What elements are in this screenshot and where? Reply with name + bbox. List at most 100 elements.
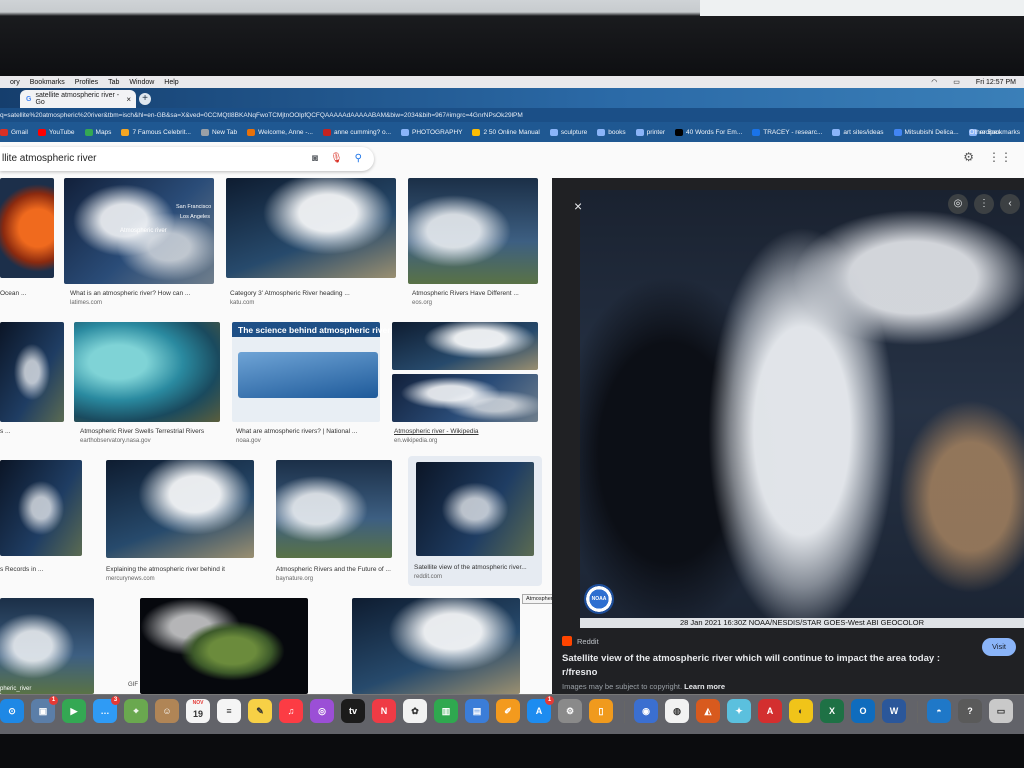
dock-audio-icon[interactable]: ◐ (789, 699, 813, 723)
result-thumbnail[interactable] (408, 178, 538, 284)
search-box[interactable]: llite atmospheric river ◙ 🎙 ⚲ (0, 147, 374, 171)
bookmark-item[interactable]: Mitsubishi Delica... (893, 128, 959, 136)
result-card[interactable]: Atmospheric River Swells Terrestrial Riv… (74, 322, 224, 452)
chevron-left-icon[interactable]: ‹ (1000, 194, 1020, 214)
address-bar[interactable]: q=satellite%20atmospheric%20river&tbm=is… (0, 108, 1024, 122)
result-thumbnail[interactable] (392, 374, 538, 422)
dock-notes-icon[interactable]: ✎ (248, 699, 272, 723)
dock-photo-editor-icon[interactable]: ◭ (696, 699, 720, 723)
dock-tv-icon[interactable]: tv (341, 699, 365, 723)
dock-photos-icon[interactable]: ✿ (403, 699, 427, 723)
result-thumbnail[interactable]: The science behind atmospheric rivers (232, 322, 395, 422)
dock-excel-icon[interactable]: X (820, 699, 844, 723)
dock-word-icon[interactable]: W (882, 699, 906, 723)
bookmark-item[interactable]: printer (635, 128, 665, 136)
bookmark-item[interactable]: Maps (84, 128, 111, 136)
dock-facetime-icon[interactable]: ▶ (62, 699, 86, 723)
dock-news-icon[interactable]: N (372, 699, 396, 723)
dock-acrobat-icon[interactable]: A (758, 699, 782, 723)
result-card[interactable]: GIF (124, 598, 324, 694)
result-thumbnail[interactable]: Atmospheric river San Francisco Los Ange… (64, 178, 214, 284)
dock-chrome-icon[interactable]: ◍ (665, 699, 689, 723)
tab-close-icon[interactable]: × (126, 95, 131, 104)
result-card[interactable]: s Records in ... (0, 460, 84, 590)
dock-contacts-icon[interactable]: ☺ (155, 699, 179, 723)
dock-paint-icon[interactable]: ✦ (727, 699, 751, 723)
result-card[interactable]: Atmospheric river San Francisco Los Ange… (64, 178, 216, 308)
dock-numbers-icon[interactable]: ▥ (434, 699, 458, 723)
wifi-icon[interactable]: ◠ (931, 78, 937, 86)
result-card[interactable]: Atmospheric Rivers Have Different ... eo… (408, 178, 540, 308)
dock-safari-icon[interactable]: ⊙ (0, 699, 24, 723)
result-card[interactable]: Category 3' Atmospheric River heading ..… (226, 178, 398, 308)
bookmark-item[interactable]: art sites/ideas (832, 128, 884, 136)
microphone-icon[interactable]: 🎙 (330, 147, 343, 171)
menu-item-history[interactable]: ory (10, 79, 20, 86)
result-thumbnail[interactable] (392, 322, 538, 370)
result-thumbnail[interactable] (416, 462, 534, 556)
bookmark-item[interactable]: books (597, 128, 626, 136)
battery-icon[interactable]: ▭ (953, 78, 960, 86)
bookmark-item[interactable]: 2 50 Online Manual (472, 128, 540, 136)
result-thumbnail[interactable] (0, 322, 64, 422)
dock-trash-icon[interactable]: ▭ (989, 699, 1013, 723)
visit-button[interactable]: Visit (982, 638, 1016, 656)
bookmark-item[interactable]: sculpture (549, 128, 587, 136)
tab-google-images[interactable]: G satellite atmospheric river - Go × (20, 90, 136, 108)
dock-calendar-icon[interactable]: 19 NOV (186, 699, 210, 723)
result-card[interactable]: Atmospheric river - Wikipedia en.wikiped… (392, 322, 540, 452)
dock-network-icon[interactable]: ◓ (927, 699, 951, 723)
gear-icon[interactable]: ⚙ (963, 150, 974, 164)
dock-music-icon[interactable]: ♫ (279, 699, 303, 723)
result-thumbnail[interactable] (140, 598, 308, 694)
dock-pages-icon[interactable]: ✐ (496, 699, 520, 723)
dock-books-icon[interactable]: ▯ (589, 699, 613, 723)
result-card[interactable]: Explaining the atmospheric river behind … (106, 460, 258, 590)
preview-title[interactable]: Satellite view of the atmospheric river … (562, 652, 962, 680)
result-card[interactable] (352, 598, 524, 694)
source-row[interactable]: Reddit (562, 636, 599, 646)
url-text[interactable]: q=satellite%20atmospheric%20river&tbm=is… (0, 110, 1000, 121)
result-card[interactable]: s ... (0, 322, 64, 452)
bookmark-item[interactable]: anne cumming? o... (322, 128, 391, 136)
result-card[interactable]: The science behind atmospheric rivers Wh… (232, 322, 395, 452)
bookmark-item[interactable]: Gmail (0, 128, 28, 136)
result-thumbnail[interactable] (0, 460, 82, 556)
menu-item-help[interactable]: Help (164, 79, 178, 86)
dock-app-store-icon[interactable]: A1 (527, 696, 554, 723)
result-thumbnail[interactable] (352, 598, 520, 694)
apps-grid-icon[interactable]: ⋮⋮ (988, 150, 1012, 164)
bookmark-item[interactable]: 40 Words For Em... (675, 128, 742, 136)
clock[interactable]: Fri 12:57 PM (976, 79, 1016, 86)
search-input[interactable]: llite atmospheric river (2, 153, 96, 164)
result-thumbnail[interactable] (276, 460, 392, 558)
dock-maps-icon[interactable]: ⌖ (124, 699, 148, 723)
dock-preview-icon[interactable]: ▣ 1 (31, 696, 58, 723)
bookmark-item[interactable]: Welcome, Anne -... (247, 128, 313, 136)
menu-item-window[interactable]: Window (129, 79, 154, 86)
result-card[interactable]: Atmospheric Rivers and the Future of ...… (276, 460, 402, 590)
result-card-selected[interactable]: Satellite view of the atmospheric river.… (408, 456, 542, 586)
camera-icon[interactable]: ◙ (312, 147, 318, 171)
menu-item-profiles[interactable]: Profiles (75, 79, 98, 86)
dock-reminders-icon[interactable]: ≡ (217, 699, 241, 723)
close-icon[interactable]: × (574, 198, 582, 214)
result-thumbnail[interactable] (226, 178, 396, 278)
bookmark-item[interactable]: 7 Famous Celebrit... (121, 128, 191, 136)
result-card[interactable]: Ocean ... (0, 178, 56, 308)
result-thumbnail[interactable] (74, 322, 220, 422)
learn-more-link[interactable]: Learn more (684, 682, 725, 691)
dock-outlook-icon[interactable]: O (851, 699, 875, 723)
bookmark-item[interactable]: PHOTOGRAPHY (401, 128, 462, 136)
other-bookmarks-folder[interactable]: Other Bookmarks (969, 122, 1020, 142)
dock-help-icon[interactable]: ? (958, 699, 982, 723)
more-options-icon[interactable]: ⋮ (974, 194, 994, 214)
dock-keynote-icon[interactable]: ▤ (465, 699, 489, 723)
bookmark-item[interactable]: YouTube (37, 128, 75, 136)
result-thumbnail[interactable]: pheric_river (0, 598, 94, 694)
dock-compass-icon[interactable]: ◉ (634, 699, 658, 723)
result-thumbnail[interactable] (0, 178, 54, 278)
menu-item-bookmarks[interactable]: Bookmarks (30, 79, 65, 86)
preview-image[interactable]: NOAA 28 Jan 2021 16:30Z NOAA/NESDIS/STAR… (580, 190, 1024, 628)
bookmark-item[interactable]: TRACEY - researc... (752, 128, 822, 136)
